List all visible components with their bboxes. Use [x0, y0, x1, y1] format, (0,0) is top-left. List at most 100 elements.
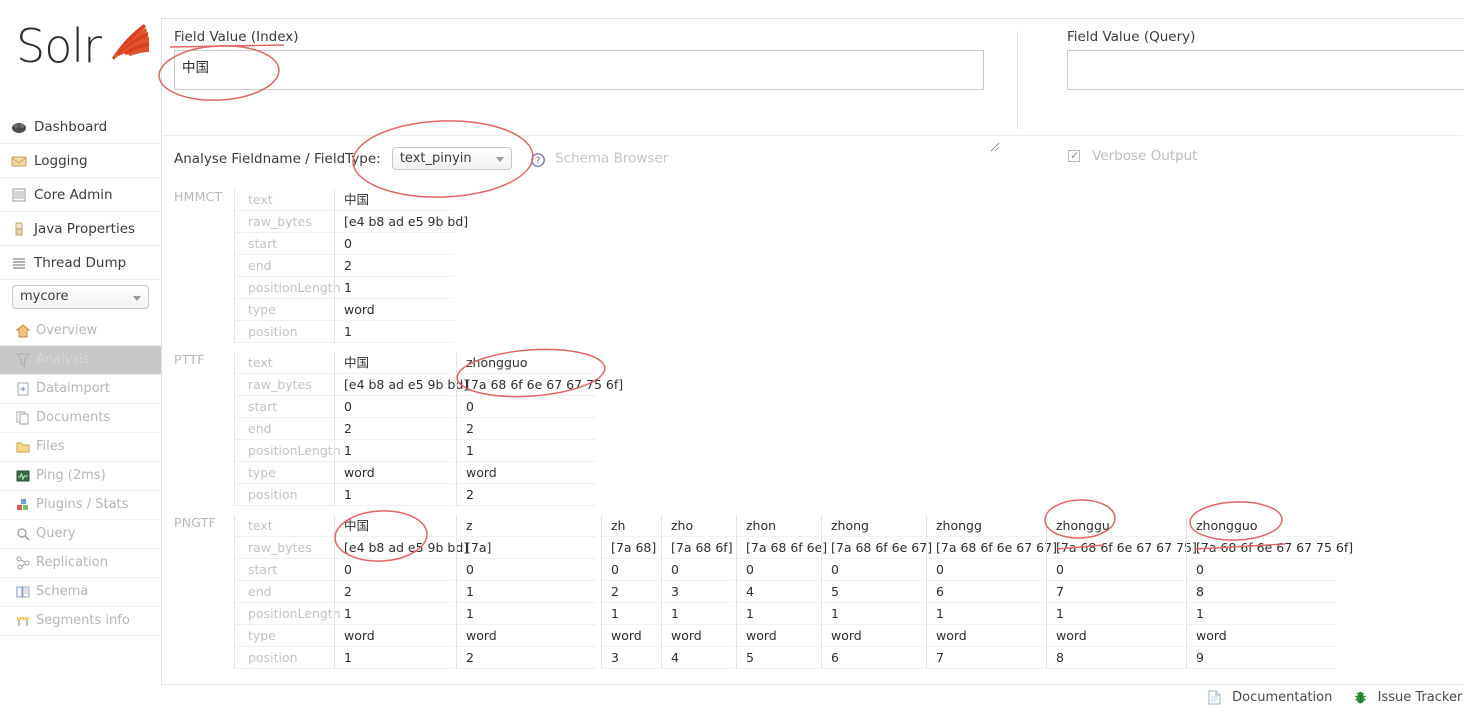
issue-tracker-label: Issue Tracker	[1378, 690, 1463, 705]
token-position: 2	[457, 484, 596, 506]
token-column: 中国[e4 b8 ad e5 9b bd]021word1	[334, 515, 454, 669]
token-end: 4	[737, 581, 819, 603]
sidebar-item-replication[interactable]: Replication	[0, 549, 161, 578]
documents-icon	[16, 411, 30, 425]
token-column: z[7a]011word2	[456, 515, 596, 669]
sidebar-item-overview[interactable]: Overview	[0, 317, 161, 346]
replication-icon	[16, 556, 30, 570]
field-value-query-label: Field Value (Query)	[1067, 29, 1464, 45]
token-start: 0	[1187, 559, 1336, 581]
token-type: word	[335, 299, 454, 321]
field-value-index-label: Field Value (Index)	[174, 29, 1019, 45]
token-positionLength: 1	[335, 440, 454, 462]
token-start: 0	[1047, 559, 1184, 581]
token-start: 0	[457, 396, 596, 418]
sidebar-item-label: Core Admin	[34, 183, 113, 207]
solr-logo[interactable]: Solr	[16, 18, 151, 88]
analyzer-name: PTTF	[174, 352, 234, 367]
field-value-query-input[interactable]	[1067, 50, 1464, 90]
sidebar-item-dashboard[interactable]: Dashboard	[0, 110, 161, 144]
token-text: z	[457, 515, 596, 537]
analyse-fieldtype-row: Analyse Fieldname / FieldType: text_piny…	[174, 147, 668, 171]
token-positionLength: 1	[662, 603, 734, 625]
token-end: 8	[1187, 581, 1336, 603]
sidebar-item-dataimport[interactable]: Dataimport	[0, 375, 161, 404]
issue-tracker-link[interactable]: Issue Tracker	[1353, 690, 1463, 705]
sidebar-item-ping[interactable]: Ping (2ms)	[0, 462, 161, 491]
plugins-icon	[16, 498, 30, 512]
solr-admin-page: Solr Dashboar	[0, 0, 1464, 719]
ping-icon	[16, 469, 30, 483]
checkmark-icon: ✓	[1070, 150, 1079, 162]
token-position: 4	[662, 647, 734, 669]
analyzer-name: HMMCT	[174, 189, 234, 204]
sidebar-item-label: Ping (2ms)	[36, 465, 106, 487]
token-column: 中国[e4 b8 ad e5 9b bd]021word1	[334, 189, 454, 343]
verbose-output-label: Verbose Output	[1092, 148, 1197, 164]
chevron-down-icon	[133, 296, 141, 301]
token-position: 9	[1187, 647, 1336, 669]
core-selector-button[interactable]: mycore	[12, 285, 149, 309]
token-positionLength: 1	[1187, 603, 1336, 625]
token-type: word	[1187, 625, 1336, 647]
token-position: 1	[335, 647, 454, 669]
sidebar-item-segments-info[interactable]: Segments info	[0, 607, 161, 636]
token-start: 0	[662, 559, 734, 581]
sidebar-item-core-admin[interactable]: Core Admin	[0, 178, 161, 212]
sidebar-item-analysis[interactable]: Analysis	[0, 346, 161, 375]
token-start: 0	[927, 559, 1044, 581]
sidebar-item-label: Plugins / Stats	[36, 494, 128, 516]
token-text: 中国	[335, 189, 454, 211]
token-type: word	[457, 625, 596, 647]
segments-icon	[16, 614, 30, 628]
sidebar-top-nav: Dashboard Logging Core Admin Java Proper…	[0, 110, 161, 280]
token-position: 6	[822, 647, 924, 669]
token-positionLength: 1	[335, 277, 454, 299]
sidebar-item-thread-dump[interactable]: Thread Dump	[0, 246, 161, 280]
token-start: 0	[822, 559, 924, 581]
token-column: zhonggu[7a 68 6f 6e 67 67 75]071word8	[1046, 515, 1184, 669]
sidebar-item-java-properties[interactable]: Java Properties	[0, 212, 161, 246]
schema-browser-link[interactable]: Schema Browser	[555, 151, 668, 167]
chevron-down-icon	[496, 157, 504, 162]
sidebar-item-files[interactable]: Files	[0, 433, 161, 462]
sidebar-item-logging[interactable]: Logging	[0, 144, 161, 178]
question-mark-icon[interactable]: ?	[531, 152, 545, 166]
sidebar-item-query[interactable]: Query	[0, 520, 161, 549]
token-position: 1	[335, 321, 454, 343]
sidebar-item-plugins-stats[interactable]: Plugins / Stats	[0, 491, 161, 520]
token-positionLength: 1	[335, 603, 454, 625]
token-end: 6	[927, 581, 1044, 603]
token-column: zhong[7a 68 6f 6e 67]051word6	[821, 515, 924, 669]
core-selector[interactable]: mycore	[12, 285, 149, 309]
resize-handle-index[interactable]	[989, 137, 1000, 148]
token-positionLength: 1	[457, 440, 596, 462]
solr-logo-text: Solr	[16, 19, 101, 73]
token-column: zhongguo[7a 68 6f 6e 67 67 75 6f]021word…	[456, 352, 596, 506]
token-start: 0	[335, 559, 454, 581]
verbose-output-row: ✓ Verbose Output	[1068, 145, 1198, 163]
token-raw_bytes: [7a]	[457, 537, 596, 559]
sidebar-item-schema[interactable]: Schema	[0, 578, 161, 607]
sidebar-item-label: Schema	[36, 581, 88, 603]
sidebar-item-label: Replication	[36, 552, 108, 574]
dataimport-icon	[16, 382, 30, 396]
token-raw_bytes: [7a 68 6f 6e 67]	[822, 537, 924, 559]
fieldtype-select[interactable]: text_pinyin	[392, 147, 512, 170]
token-positionLength: 1	[822, 603, 924, 625]
documentation-link[interactable]: Documentation	[1207, 690, 1332, 705]
token-type: word	[335, 462, 454, 484]
token-start: 0	[602, 559, 659, 581]
token-raw_bytes: [7a 68 6f 6e 67 67]	[927, 537, 1044, 559]
dashboard-icon	[11, 119, 27, 135]
field-value-query-panel: Field Value (Query)	[1067, 29, 1464, 94]
sidebar-item-label: Files	[36, 436, 65, 458]
files-icon	[16, 440, 30, 454]
sidebar-item-documents[interactable]: Documents	[0, 404, 161, 433]
field-value-index-input[interactable]	[174, 50, 984, 90]
documentation-label: Documentation	[1232, 690, 1332, 705]
token-end: 3	[662, 581, 734, 603]
token-column: 中国[e4 b8 ad e5 9b bd]021word1	[334, 352, 454, 506]
verbose-output-checkbox[interactable]: ✓	[1068, 150, 1080, 162]
sidebar-item-label: Documents	[36, 407, 110, 429]
